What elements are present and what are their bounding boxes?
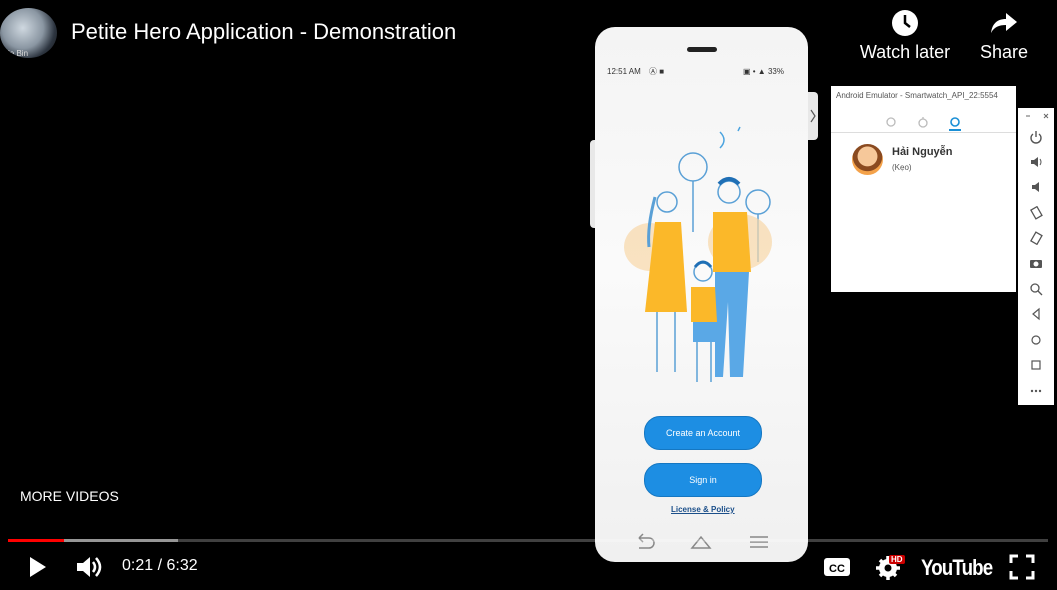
channel-thumbnail[interactable]: ycle Bin: [0, 8, 57, 58]
clock-icon: [892, 10, 918, 36]
status-battery: ▣ • ▲ 33%: [743, 67, 784, 76]
share-icon: [991, 13, 1017, 33]
fullscreen-button[interactable]: [1007, 552, 1037, 582]
home-button[interactable]: [1018, 327, 1054, 352]
status-time: 12:51 AM: [607, 67, 641, 76]
more-videos-button[interactable]: MORE VIDEOS: [20, 488, 119, 504]
profile-tab-icon[interactable]: [947, 115, 963, 131]
progress-bar[interactable]: [8, 539, 1048, 542]
captions-button[interactable]: CC: [822, 552, 852, 582]
rotate-right-icon: [1030, 230, 1043, 245]
sign-in-button[interactable]: Sign in: [644, 463, 762, 497]
overview-button[interactable]: [1018, 352, 1054, 377]
zoom-icon: [1030, 282, 1043, 295]
channel-thumb-caption: ycle Bin: [0, 49, 29, 58]
more-button[interactable]: [1018, 378, 1054, 403]
family-illustration: [624, 126, 772, 382]
fullscreen-icon: [1009, 554, 1035, 580]
hd-badge: HD: [889, 555, 905, 564]
nav-back-icon[interactable]: [633, 532, 657, 552]
phone-side-tab-right[interactable]: [808, 92, 818, 140]
rotate-right-button[interactable]: [1018, 225, 1054, 250]
share-button[interactable]: Share: [978, 8, 1030, 63]
minimize-close-icons[interactable]: [1024, 112, 1050, 120]
back-icon: [1032, 307, 1040, 320]
youtube-logo[interactable]: YouTube: [921, 555, 993, 581]
time-current: 0:21: [122, 557, 154, 574]
volume-icon: [77, 557, 102, 577]
camera-icon: [1030, 259, 1042, 268]
watch-tab-bar: [831, 114, 1016, 133]
captions-icon: CC: [824, 558, 850, 576]
phone-speaker: [687, 47, 717, 52]
volume-down-icon: [1032, 181, 1039, 192]
overview-icon: [1031, 359, 1041, 370]
more-icon: [1030, 389, 1042, 392]
timer-icon[interactable]: [916, 115, 930, 129]
time-total: 6:32: [166, 557, 198, 574]
smartwatch-emulator-window: Android Emulator - Smartwatch_API_22:555…: [831, 86, 1016, 292]
contact-avatar: [852, 144, 883, 175]
contact-name: Hải Nguyễn: [892, 146, 953, 158]
watch-later-label: Watch later: [859, 42, 951, 62]
status-notification-icons: Ⓐ ■: [649, 67, 665, 76]
play-icon: [30, 557, 46, 577]
contact-nickname: (Kẹo): [892, 163, 912, 172]
nav-menu-icon[interactable]: [747, 532, 771, 552]
time-display: 0:21 / 6:32: [122, 557, 198, 575]
rotate-left-button[interactable]: [1018, 200, 1054, 225]
video-title[interactable]: Petite Hero Application - Demonstration: [71, 19, 456, 45]
rotate-left-icon: [1030, 205, 1043, 220]
svg-text:CC: CC: [829, 563, 845, 575]
home-icon: [1031, 334, 1041, 345]
create-account-button[interactable]: Create an Account: [644, 416, 762, 450]
phone-emulator: 12:51 AM Ⓐ ■ ▣ • ▲ 33% Create an Account…: [595, 27, 808, 562]
screenshot-button[interactable]: [1018, 250, 1054, 275]
share-label: Share: [979, 42, 1029, 62]
power-icon: [1030, 130, 1042, 144]
progress-played: [8, 539, 65, 542]
nav-home-icon[interactable]: [689, 532, 713, 552]
volume-button[interactable]: [74, 552, 104, 582]
watch-later-button[interactable]: Watch later: [858, 8, 952, 63]
watch-window-title: Android Emulator - Smartwatch_API_22:555…: [836, 91, 998, 100]
play-button[interactable]: [22, 552, 52, 582]
settings-icon[interactable]: [884, 115, 898, 129]
volume-down-button[interactable]: [1018, 174, 1054, 199]
volume-up-icon: [1031, 156, 1042, 167]
back-button[interactable]: [1018, 301, 1054, 326]
license-policy-link[interactable]: License & Policy: [671, 505, 735, 514]
power-button[interactable]: [1018, 124, 1054, 149]
time-separator: /: [153, 557, 167, 574]
chevron-right-icon: [810, 109, 816, 123]
volume-up-button[interactable]: [1018, 149, 1054, 174]
emulator-toolbar: [1018, 108, 1054, 405]
zoom-button[interactable]: [1018, 276, 1054, 301]
